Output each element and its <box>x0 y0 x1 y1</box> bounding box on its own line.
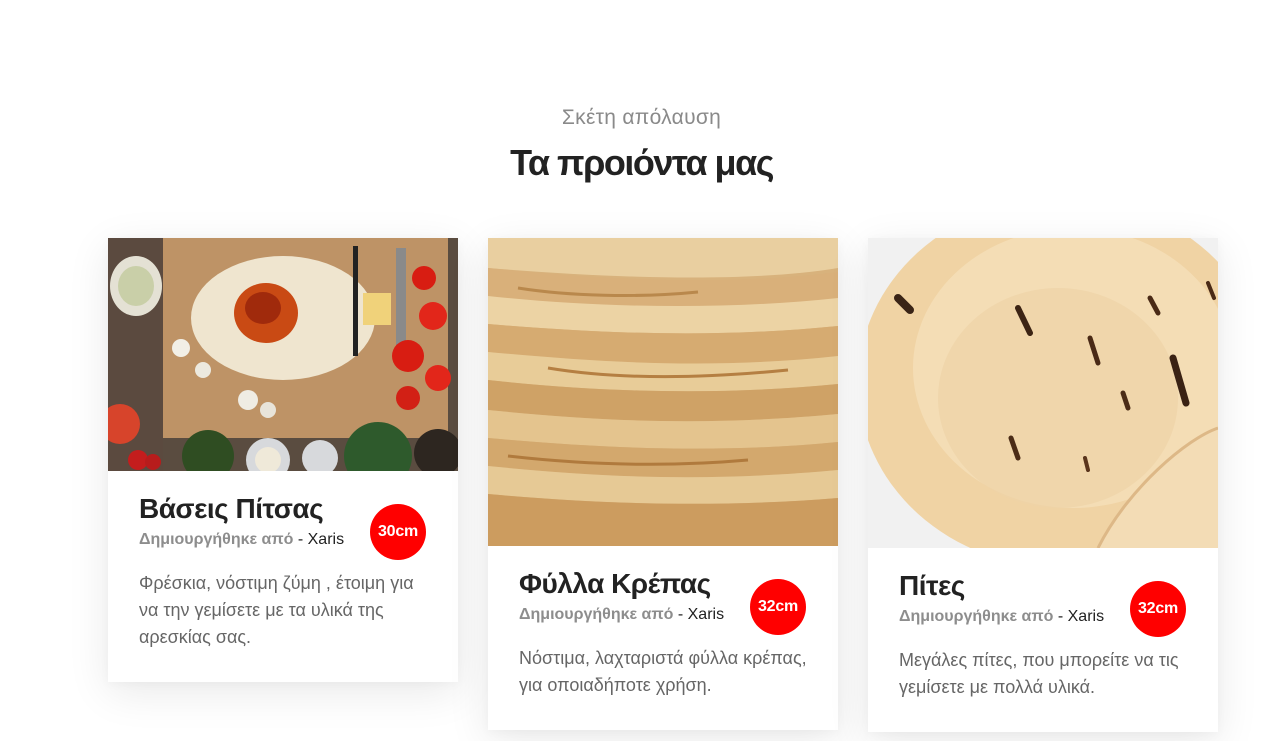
card-body: Φύλλα Κρέπας Δημιουργήθηκε από - Xaris Ν… <box>488 546 838 699</box>
section-title: Τα προιόντα μας <box>510 142 774 183</box>
size-badge: 32cm <box>750 579 806 635</box>
created-by-label: Δημιουργήθηκε από <box>899 608 1054 625</box>
section-header: Σκέτη απόλαυση Τα προιόντα μας <box>0 104 1283 184</box>
created-by-label: Δημιουργήθηκε από <box>139 531 294 548</box>
product-description: Μεγάλες πίτες, που μπορείτε να τις γεμίσ… <box>899 650 1179 697</box>
created-by-label: Δημιουργήθηκε από <box>519 606 674 623</box>
author-name[interactable]: - Xaris <box>298 531 344 548</box>
crepe-stack-photo <box>488 238 838 546</box>
product-description: Νόστιμα, λαχταριστά φύλλα κρέπας, για οπ… <box>519 648 807 695</box>
section-kicker: Σκέτη απόλαυση <box>561 106 722 129</box>
product-card[interactable]: Φύλλα Κρέπας Δημιουργήθηκε από - Xaris Ν… <box>488 238 838 730</box>
size-badge: 30cm <box>370 504 426 560</box>
author-name[interactable]: - Xaris <box>678 606 724 623</box>
pizza-dough-photo <box>108 238 458 471</box>
size-badge: 32cm <box>1130 581 1186 637</box>
product-image[interactable] <box>488 238 838 546</box>
card-body: Βάσεις Πίτσας Δημιουργήθηκε από - Xaris … <box>108 471 458 651</box>
card-body: Πίτες Δημιουργήθηκε από - Xaris Μεγάλες … <box>868 548 1218 701</box>
product-card[interactable]: Βάσεις Πίτσας Δημιουργήθηκε από - Xaris … <box>108 238 458 682</box>
product-card[interactable]: Πίτες Δημιουργήθηκε από - Xaris Μεγάλες … <box>868 238 1218 732</box>
product-description: Φρέσκια, νόστιμη ζύμη , έτοιμη για να τη… <box>139 573 414 647</box>
pita-bread-photo <box>868 238 1218 548</box>
product-image[interactable] <box>868 238 1218 548</box>
author-name[interactable]: - Xaris <box>1058 608 1104 625</box>
product-image[interactable] <box>108 238 458 471</box>
